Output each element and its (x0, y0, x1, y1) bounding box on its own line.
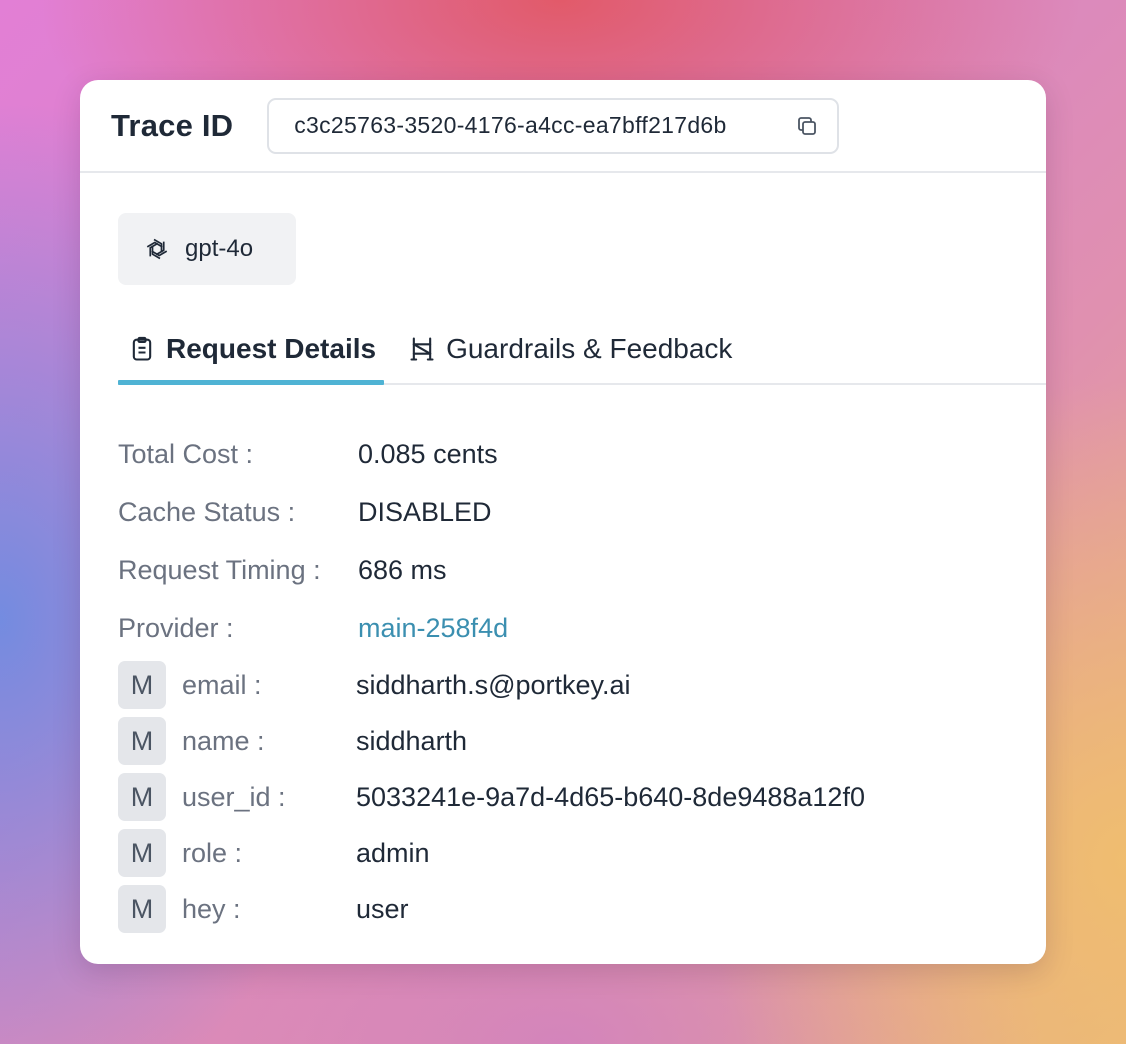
detail-cache-status: Cache Status : DISABLED (118, 483, 1046, 541)
metadata-row-email: M email : siddharth.s@portkey.ai (118, 657, 1046, 713)
metadata-value: siddharth.s@portkey.ai (356, 669, 631, 700)
detail-request-timing: Request Timing : 686 ms (118, 541, 1046, 599)
detail-label: Total Cost : (118, 438, 254, 469)
openai-icon (146, 238, 168, 260)
detail-total-cost: Total Cost : 0.085 cents (118, 425, 1046, 483)
clipboard-icon (132, 336, 152, 361)
metadata-key: user_id : (182, 781, 286, 812)
model-chip: gpt-4o (118, 213, 296, 285)
request-details: Total Cost : 0.085 cents Cache Status : … (118, 425, 1046, 937)
metadata-row-hey: M hey : user (118, 881, 1046, 937)
metadata-value: 5033241e-9a7d-4d65-b640-8de9488a12f0 (356, 781, 865, 812)
detail-value: DISABLED (358, 496, 492, 527)
detail-label: Provider : (118, 612, 234, 643)
metadata-value: user (356, 893, 409, 924)
guardrail-icon (410, 337, 434, 361)
metadata-badge: M (118, 885, 166, 933)
detail-value: 0.085 cents (358, 438, 498, 469)
metadata-key: role : (182, 837, 243, 868)
trace-card: Trace ID c3c25763-3520-4176-a4cc-ea7bff2… (80, 80, 1046, 964)
tab-label: Request Details (166, 333, 377, 364)
card-body: gpt-4o Request Details Guardrails & Feed… (80, 173, 1046, 937)
metadata-badge: M (118, 661, 166, 709)
metadata-badge: M (118, 717, 166, 765)
metadata-key: email : (182, 669, 262, 700)
detail-label: Cache Status : (118, 496, 296, 527)
trace-id-field[interactable]: c3c25763-3520-4176-a4cc-ea7bff217d6b (267, 97, 840, 154)
copy-icon[interactable] (795, 114, 819, 138)
metadata-row-role: M role : admin (118, 825, 1046, 881)
metadata-row-name: M name : siddharth (118, 713, 1046, 769)
metadata-value: admin (356, 837, 430, 868)
model-name: gpt-4o (185, 235, 254, 262)
metadata-value: siddharth (356, 725, 468, 756)
metadata-key: name : (182, 725, 265, 756)
trace-id-value[interactable]: c3c25763-3520-4176-a4cc-ea7bff217d6b (294, 112, 726, 139)
metadata-key: hey : (182, 893, 241, 924)
metadata-badge: M (118, 773, 166, 821)
tab-bar: Request Details Guardrails & Feedback (118, 315, 1046, 385)
detail-value: 686 ms (358, 554, 447, 585)
metadata-badge: M (118, 829, 166, 877)
card-header: Trace ID c3c25763-3520-4176-a4cc-ea7bff2… (80, 80, 1046, 173)
tab-guardrails-feedback[interactable]: Guardrails & Feedback (408, 315, 732, 383)
provider-link[interactable]: main-258f4d (358, 613, 508, 644)
tab-request-details[interactable]: Request Details (118, 315, 385, 385)
detail-label: Request Timing : (118, 554, 321, 585)
detail-provider: Provider : main-258f4d (118, 599, 1046, 657)
tab-label: Guardrails & Feedback (446, 333, 733, 364)
metadata-row-user-id: M user_id : 5033241e-9a7d-4d65-b640-8de9… (118, 769, 1046, 825)
trace-id-title: Trace ID (111, 107, 234, 143)
